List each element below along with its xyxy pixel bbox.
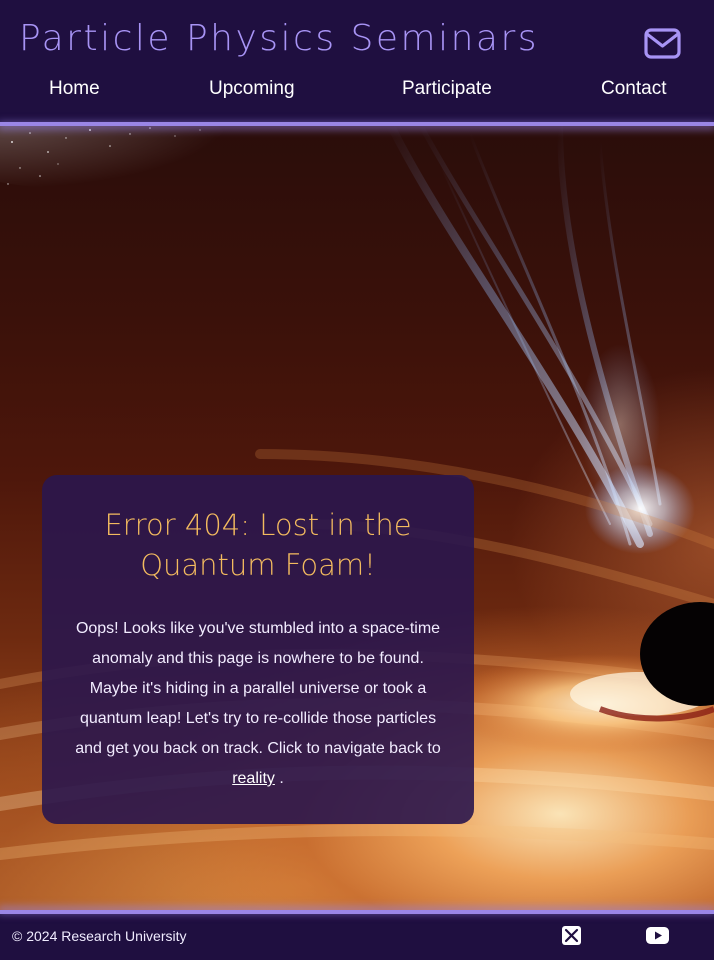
reality-link[interactable]: reality: [232, 770, 275, 787]
nav-home[interactable]: Home: [49, 78, 100, 100]
header-divider: [0, 122, 714, 126]
youtube-icon[interactable]: [646, 927, 669, 944]
nav-participate[interactable]: Participate: [402, 78, 492, 100]
copyright-text: © 2024 Research University: [12, 928, 187, 944]
main-nav: Home Upcoming Participate Contact: [0, 78, 714, 108]
site-title: Particle Physics Seminars: [19, 18, 540, 59]
error-body: Oops! Looks like you've stumbled into a …: [75, 620, 441, 757]
error-suffix: .: [274, 770, 284, 787]
nav-upcoming[interactable]: Upcoming: [209, 78, 295, 100]
error-message: Oops! Looks like you've stumbled into a …: [68, 614, 448, 794]
footer-divider: [0, 910, 714, 914]
site-footer: © 2024 Research University: [0, 912, 714, 960]
error-title: Error 404: Lost in the Quantum Foam!: [104, 508, 412, 582]
x-icon[interactable]: [562, 926, 581, 945]
envelope-icon[interactable]: [644, 28, 681, 59]
nav-contact[interactable]: Contact: [601, 78, 666, 100]
error-card: Error 404: Lost in the Quantum Foam! Oop…: [42, 475, 474, 824]
site-header: Particle Physics Seminars Home Upcoming …: [0, 0, 714, 124]
